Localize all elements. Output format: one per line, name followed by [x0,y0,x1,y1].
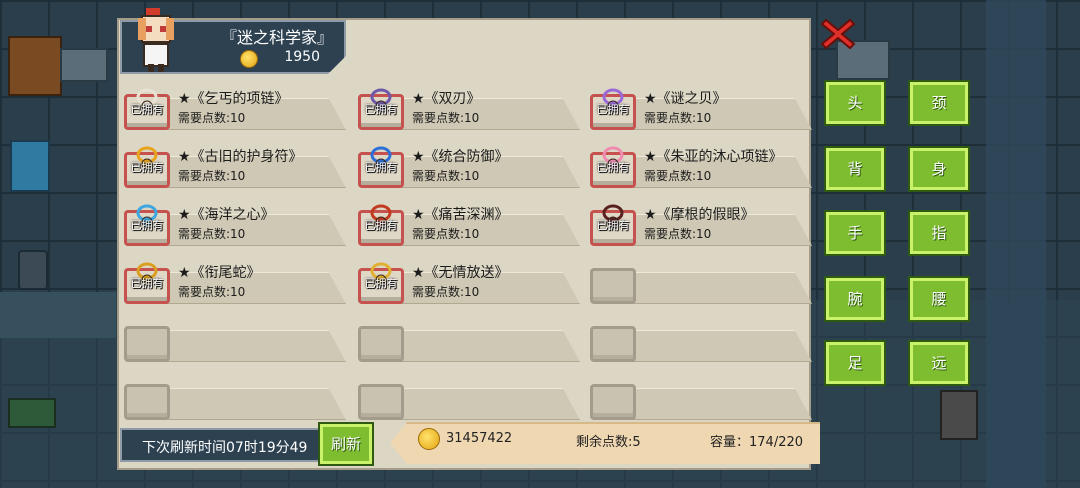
item-slot[interactable] [124,384,170,420]
close-icon[interactable] [820,16,856,52]
shop-coin-count: 1950 [284,49,320,65]
shop-item[interactable]: 已拥有 ★《朱亚的沐心项链》 需要点数:10 [586,142,812,190]
refresh-button[interactable]: 刷新 [318,422,374,466]
owned-tag: 已拥有 [596,161,630,174]
item-slot[interactable] [124,326,170,362]
category-button[interactable]: 身 [908,146,970,192]
item-cost: 需要点数:10 [412,285,480,299]
refresh-timer-text: 下次刷新时间07时19分49 [142,440,308,456]
owned-tag: 已拥有 [364,161,398,174]
item-name: ★《痛苦深渊》 [412,207,509,223]
item-name: ★《乞丐的项链》 [178,91,289,107]
item-slot[interactable] [590,326,636,362]
chair-decor [10,140,50,192]
category-button[interactable]: 指 [908,210,970,256]
category-button[interactable]: 腕 [824,276,886,322]
item-cost: 需要点数:10 [178,169,246,183]
shop-item[interactable]: 已拥有 ★《统合防御》 需要点数:10 [354,142,580,190]
owned-tag: 已拥有 [596,103,630,116]
shop-item[interactable]: 已拥有 ★《无情放送》 需要点数:10 [354,258,580,306]
category-button[interactable]: 腰 [908,276,970,322]
owned-tag: 已拥有 [130,277,164,290]
item-cost: 需要点数:10 [644,111,712,125]
item-name: ★《摩根的假眼》 [644,207,755,223]
scientist-avatar [138,8,174,72]
item-name: ★《谜之贝》 [644,91,727,107]
empty-slot[interactable] [354,374,580,422]
category-button[interactable]: 颈 [908,80,970,126]
gold-amount: 31457422 [446,431,513,446]
item-cost: 需要点数:10 [412,111,480,125]
item-slot[interactable] [358,326,404,362]
owned-tag: 已拥有 [596,219,630,232]
shop-item[interactable]: 已拥有 ★《古旧的护身符》 需要点数:10 [120,142,346,190]
owned-tag: 已拥有 [364,277,398,290]
item-name: ★《衔尾蛇》 [178,265,261,281]
item-name: ★《朱亚的沐心项链》 [644,149,783,165]
refresh-timer-bar: 下次刷新时间07时19分49 [120,428,324,462]
item-name: ★《双刃》 [412,91,481,107]
empty-slot[interactable] [586,258,812,306]
capacity-counter: 容量：174/220 [710,435,804,450]
item-cost: 需要点数:10 [178,285,246,299]
empty-slot[interactable] [120,316,346,364]
item-cost: 需要点数:10 [412,169,480,183]
category-button[interactable]: 手 [824,210,886,256]
wall-right-decor [986,0,1046,488]
item-name: ★《统合防御》 [412,149,509,165]
item-slot[interactable] [590,268,636,304]
item-slot[interactable] [358,384,404,420]
shop-item[interactable]: 已拥有 ★《摩根的假眼》 需要点数:10 [586,200,812,248]
item-slot[interactable] [590,384,636,420]
machine-decor [940,390,978,440]
plant-decor [18,250,48,290]
shop-title: 『迷之科学家』 [220,28,333,47]
empty-slot[interactable] [586,374,812,422]
category-button[interactable]: 足 [824,340,886,386]
owned-tag: 已拥有 [364,103,398,116]
category-button[interactable]: 头 [824,80,886,126]
shop-item[interactable]: 已拥有 ★《谜之贝》 需要点数:10 [586,84,812,132]
item-cost: 需要点数:10 [644,227,712,241]
category-button[interactable]: 远 [908,340,970,386]
shop-item[interactable]: 已拥有 ★《双刃》需要点数:10 [354,84,580,132]
item-cost: 需要点数:10 [178,227,246,241]
wall-panel-decor [0,292,116,338]
coin-icon [240,50,258,68]
shop-item[interactable]: 已拥有 ★《海洋之心》 需要点数:10 [120,200,346,248]
owned-tag: 已拥有 [130,103,164,116]
empty-slot[interactable] [354,316,580,364]
desk-decor [60,48,108,82]
shop-item[interactable]: 已拥有 ★《痛苦深渊》 需要点数:10 [354,200,580,248]
category-button[interactable]: 背 [824,146,886,192]
item-name: ★《无情放送》 [412,265,509,281]
empty-slot[interactable] [120,374,346,422]
console-decor [8,398,56,428]
shop-item[interactable]: 已拥有 ★《衔尾蛇》 需要点数:10 [120,258,346,306]
item-name: ★《海洋之心》 [178,207,275,223]
shop-item[interactable]: 已拥有 ★《乞丐的项链》 需要点数:10 [120,84,346,132]
item-cost: 需要点数:10 [644,169,712,183]
item-cost: 需要点数:10 [412,227,480,241]
owned-tag: 已拥有 [130,161,164,174]
points-remaining: 剩余点数:5 [576,435,641,450]
cabinet-decor [8,36,62,96]
empty-slot[interactable] [586,316,812,364]
owned-tag: 已拥有 [130,219,164,232]
item-name: ★《古旧的护身符》 [178,149,303,165]
gold-coin-icon [418,428,440,450]
item-cost: 需要点数:10 [178,111,246,125]
owned-tag: 已拥有 [364,219,398,232]
